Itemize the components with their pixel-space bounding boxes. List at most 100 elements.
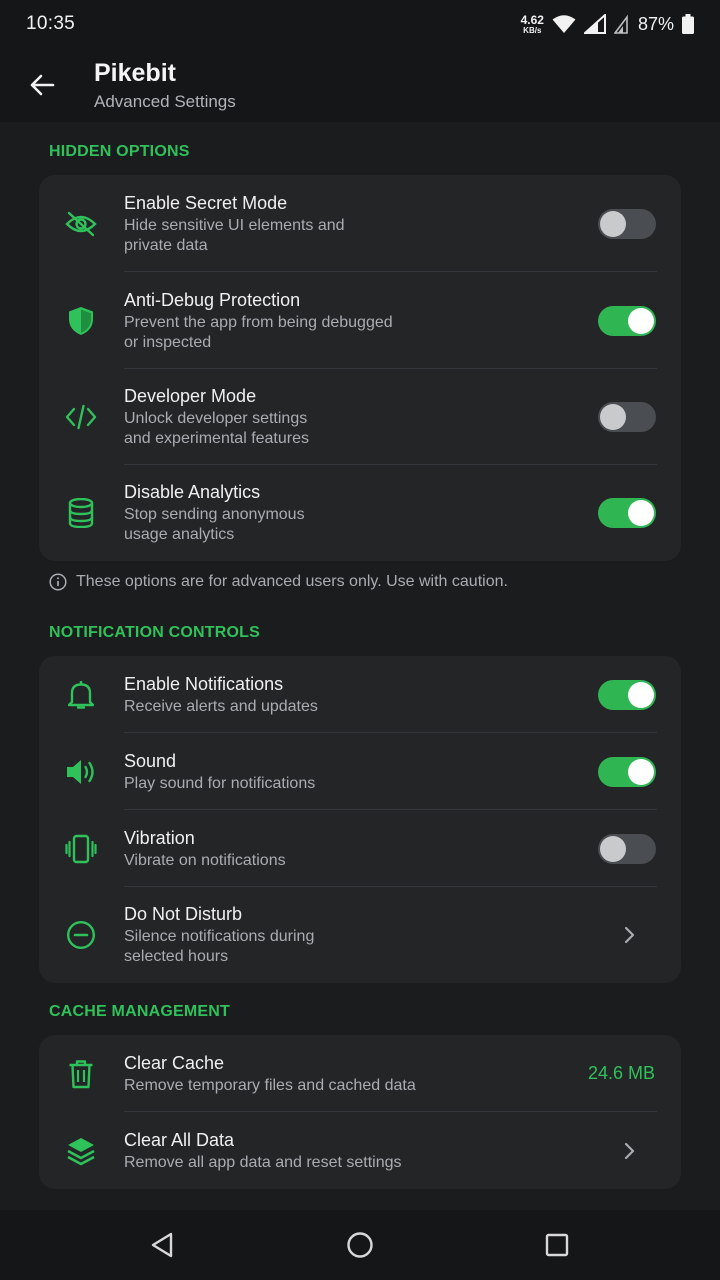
caution-note: These options are for advanced users onl…: [49, 573, 508, 591]
setting-label: Clear All Data: [124, 1129, 235, 1150]
section-header-cache-management: CACHE MANAGEMENT: [49, 1003, 230, 1020]
setting-row-developer-mode[interactable]: Developer Mode Unlock developer settings…: [39, 369, 681, 465]
database-icon: [65, 497, 97, 529]
setting-row-enable-notifications[interactable]: Enable Notifications Receive alerts and …: [39, 656, 681, 733]
toggle-knob: [628, 681, 654, 708]
setting-row-clear-cache[interactable]: Clear Cache Remove temporary files and c…: [39, 1035, 681, 1112]
secret-mode-toggle[interactable]: [598, 208, 656, 239]
settings-content[interactable]: HIDDEN OPTIONS Enable Secret Mode Hide s…: [0, 122, 720, 1210]
nav-recents-icon: [545, 1233, 569, 1257]
setting-label: Disable Analytics: [124, 482, 261, 502]
developer-mode-toggle[interactable]: [598, 402, 656, 432]
info-icon: [49, 573, 67, 591]
setting-text: Enable Notifications Receive alerts and …: [124, 673, 424, 717]
setting-description: Remove all app data and reset settings: [124, 1153, 402, 1171]
setting-description-line2: and experimental features: [124, 430, 309, 447]
bell-icon: [65, 679, 97, 711]
nav-recents-button[interactable]: [537, 1225, 577, 1265]
setting-text: Disable Analytics Stop sending anonymous…: [124, 481, 424, 545]
app-titles: Pikebit Advanced Settings: [94, 59, 236, 112]
nav-back-button[interactable]: [142, 1225, 182, 1265]
do-not-disturb-icon: [65, 919, 97, 951]
toggle-knob: [600, 210, 626, 237]
toggle-knob: [628, 307, 654, 334]
nav-back-icon: [151, 1232, 173, 1258]
setting-description-line2: private data: [124, 236, 208, 254]
setting-row-vibration[interactable]: Vibration Vibrate on notifications: [39, 810, 681, 887]
anti-debug-toggle[interactable]: [598, 305, 656, 336]
vibration-toggle[interactable]: [598, 833, 656, 864]
signal-icon: [583, 14, 606, 34]
setting-row-secret-mode[interactable]: Enable Secret Mode Hide sensitive UI ele…: [39, 175, 681, 272]
hidden-options-card: Enable Secret Mode Hide sensitive UI ele…: [39, 175, 681, 561]
setting-label: Enable Secret Mode: [124, 192, 288, 213]
setting-label: Vibration: [124, 827, 195, 848]
section-header-notification-controls: NOTIFICATION CONTROLS: [49, 624, 260, 641]
sound-toggle[interactable]: [598, 756, 656, 787]
setting-label: Anti-Debug Protection: [124, 289, 301, 310]
setting-description: Stop sending anonymous: [124, 506, 305, 523]
wifi-icon: [552, 15, 576, 33]
setting-label: Enable Notifications: [124, 673, 284, 694]
notification-controls-card: Enable Notifications Receive alerts and …: [39, 656, 681, 983]
shield-icon: [65, 305, 97, 337]
setting-description-line2: usage analytics: [124, 526, 235, 543]
setting-label: Clear Cache: [124, 1052, 225, 1073]
setting-text: Clear Cache Remove temporary files and c…: [124, 1052, 524, 1096]
layers-icon: [65, 1135, 97, 1167]
setting-description: Unlock developer settings: [124, 410, 308, 427]
trash-icon: [65, 1058, 97, 1090]
setting-description: Silence notifications during: [124, 928, 315, 945]
setting-text: Anti-Debug Protection Prevent the app fr…: [124, 289, 424, 353]
caution-note-text: These options are for advanced users onl…: [76, 573, 508, 590]
setting-description: Play sound for notifications: [124, 774, 316, 792]
disable-analytics-toggle[interactable]: [598, 498, 656, 528]
cache-management-card: Clear Cache Remove temporary files and c…: [39, 1035, 681, 1189]
back-button[interactable]: [22, 65, 62, 105]
notifications-toggle[interactable]: [598, 679, 656, 710]
arrow-left-icon: [30, 74, 55, 96]
status-bar: 10:35 4.62 KB/s 87%: [0, 0, 720, 48]
setting-label: Sound: [124, 750, 177, 771]
status-icons: 4.62 KB/s 87%: [521, 14, 694, 35]
speaker-icon: [65, 756, 97, 788]
toggle-knob: [628, 500, 654, 526]
setting-description-line2: or inspected: [124, 333, 212, 351]
setting-label: Do Not Disturb: [124, 904, 243, 924]
eye-off-icon: [65, 208, 97, 240]
vibration-icon: [65, 833, 97, 865]
status-time: 10:35: [26, 13, 76, 34]
setting-row-anti-debug[interactable]: Anti-Debug Protection Prevent the app fr…: [39, 272, 681, 369]
nav-home-icon: [347, 1232, 373, 1258]
setting-text: Sound Play sound for notifications: [124, 750, 424, 794]
page-subtitle: Advanced Settings: [94, 91, 236, 111]
setting-description: Receive alerts and updates: [124, 697, 318, 715]
setting-description: Prevent the app from being debugged: [124, 313, 393, 331]
setting-description: Remove temporary files and cached data: [124, 1076, 416, 1094]
setting-text: Developer Mode Unlock developer settings…: [124, 385, 424, 449]
toggle-knob: [600, 404, 626, 430]
setting-description: Vibrate on notifications: [124, 851, 286, 869]
system-nav-bar: [0, 1210, 720, 1280]
signal-icon-2: [613, 14, 628, 34]
battery-icon: [682, 14, 694, 34]
toggle-knob: [628, 758, 654, 785]
net-speed-unit: KB/s: [523, 25, 542, 35]
nav-home-button[interactable]: [340, 1225, 380, 1265]
code-icon: [65, 401, 97, 433]
setting-row-disable-analytics[interactable]: Disable Analytics Stop sending anonymous…: [39, 465, 681, 561]
chevron-right-icon: [624, 926, 635, 944]
setting-description-line2: selected hours: [124, 948, 229, 965]
setting-text: Enable Secret Mode Hide sensitive UI ele…: [124, 192, 424, 256]
setting-label: Developer Mode: [124, 386, 257, 406]
setting-text: Clear All Data Remove all app data and r…: [124, 1129, 524, 1173]
section-header-hidden-options: HIDDEN OPTIONS: [49, 143, 190, 160]
setting-row-sound[interactable]: Sound Play sound for notifications: [39, 733, 681, 810]
toggle-knob: [600, 835, 626, 862]
setting-row-do-not-disturb[interactable]: Do Not Disturb Silence notifications dur…: [39, 887, 681, 983]
net-speed: 4.62 KB/s: [521, 14, 544, 35]
app-title: Pikebit: [94, 58, 176, 87]
setting-row-clear-all-data[interactable]: Clear All Data Remove all app data and r…: [39, 1112, 681, 1189]
net-speed-value: 4.62: [520, 12, 544, 27]
setting-text: Vibration Vibrate on notifications: [124, 827, 424, 871]
